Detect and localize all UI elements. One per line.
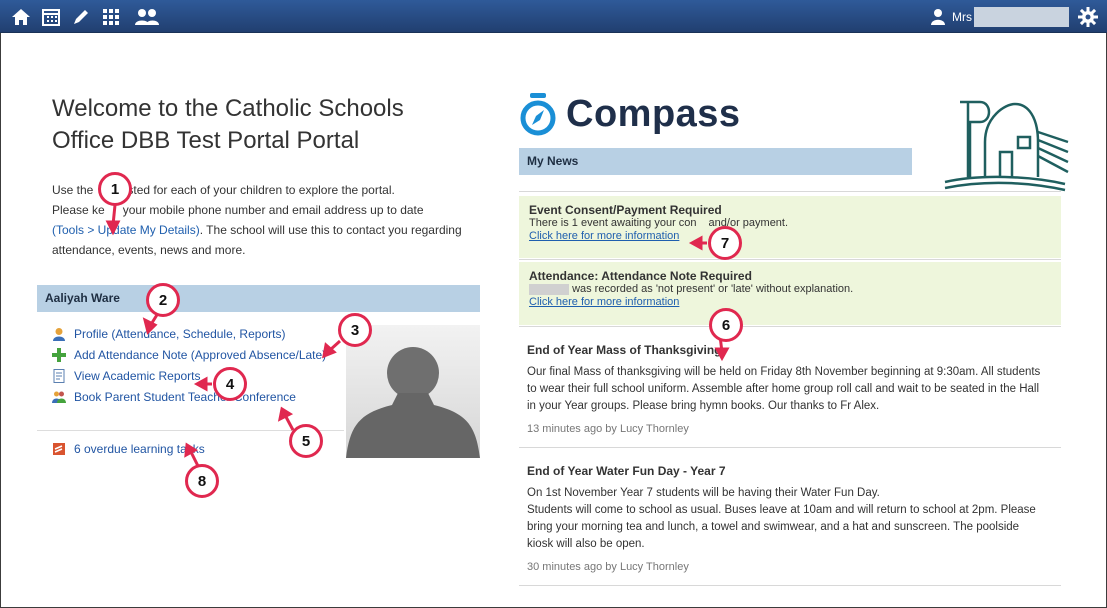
- intro-text: Please ke: [52, 203, 105, 217]
- student-photo-placeholder: [346, 325, 480, 458]
- my-news-header: My News: [519, 148, 912, 175]
- intro-text: Use the: [52, 183, 94, 197]
- news-item-meta: 13 minutes ago by Lucy Thornley: [527, 423, 689, 435]
- alert-more-info-link[interactable]: Click here for more information: [529, 296, 679, 308]
- alert-title: Attendance: Attendance Note Required: [529, 269, 752, 283]
- callout-8: 8: [185, 464, 219, 498]
- alert-attendance-note: Attendance: Attendance Note Required was…: [519, 262, 1061, 325]
- news-item-title[interactable]: End of Year Mass of Thanksgiving: [527, 342, 1047, 359]
- home-icon[interactable]: [10, 6, 32, 28]
- compass-icon: [520, 93, 556, 136]
- add-attendance-note-link[interactable]: Add Attendance Note (Approved Absence/La…: [52, 344, 342, 365]
- task-icon: [53, 442, 65, 455]
- child-name-header: Aaliyah Ware: [37, 285, 480, 312]
- news-item[interactable]: End of Year Water Fun Day - Year 7 On 1s…: [527, 463, 1047, 576]
- alert-body: There is 1 event awaiting your con: [529, 217, 697, 229]
- divider: [519, 447, 1061, 448]
- news-item-body: On 1st November Year 7 students will be …: [527, 487, 880, 499]
- news-item-body: Our final Mass of thanksgiving will be h…: [527, 366, 1041, 412]
- divider: [519, 191, 1061, 192]
- top-nav-bar: Mrs: [0, 0, 1107, 33]
- alert-event-consent: Event Consent/Payment Required There is …: [519, 196, 1061, 258]
- news-item-meta: 30 minutes ago by Lucy Thornley: [527, 561, 689, 573]
- add-attendance-note-label: Add Attendance Note (Approved Absence/La…: [74, 347, 327, 362]
- report-icon: [53, 368, 65, 383]
- user-icon: [931, 9, 945, 25]
- user-name: Mrs: [952, 10, 972, 24]
- divider: [519, 326, 1061, 327]
- intro-text: sted for each of your children to explor…: [127, 183, 395, 197]
- book-conference-link[interactable]: Book Parent Student Teacher Conference: [52, 386, 342, 407]
- callout-4: 4: [213, 367, 247, 401]
- redacted-name: [529, 283, 569, 295]
- callout-6: 6: [709, 308, 743, 342]
- grid-icon[interactable]: [100, 6, 122, 28]
- user-menu[interactable]: Mrs: [930, 5, 1069, 29]
- profile-icon: [53, 327, 65, 341]
- academic-reports-label: View Academic Reports: [74, 368, 201, 383]
- profile-link[interactable]: Profile (Attendance, Schedule, Reports): [52, 323, 342, 344]
- news-item[interactable]: End of Year Mass of Thanksgiving Our fin…: [527, 342, 1047, 438]
- callout-5: 5: [289, 424, 323, 458]
- compass-logo-text: Compass: [566, 92, 741, 135]
- gear-icon[interactable]: [1077, 6, 1099, 28]
- callout-7: 7: [708, 226, 742, 260]
- news-item-title[interactable]: End of Year Water Fun Day - Year 7: [527, 463, 1047, 480]
- callout-3: 3: [338, 313, 372, 347]
- profile-link-label: Profile (Attendance, Schedule, Reports): [74, 326, 286, 341]
- school-crest-logo: [944, 100, 1069, 192]
- pencil-icon[interactable]: [70, 6, 92, 28]
- callout-2: 2: [146, 283, 180, 317]
- overdue-tasks-link[interactable]: 6 overdue learning tasks: [52, 438, 205, 459]
- people-icon[interactable]: [132, 6, 162, 28]
- intro-text: your mobile phone number and email addre…: [122, 203, 424, 217]
- calendar-icon[interactable]: [40, 6, 62, 28]
- compass-logo: Compass: [518, 92, 741, 136]
- conference-icon: [52, 391, 66, 403]
- academic-reports-link[interactable]: View Academic Reports: [52, 365, 342, 386]
- overdue-tasks-label: 6 overdue learning tasks: [74, 441, 205, 456]
- alert-body: was recorded as 'not present' or 'late' …: [572, 283, 854, 295]
- callout-1: 1: [98, 172, 132, 206]
- divider: [519, 259, 1061, 260]
- divider: [519, 585, 1061, 586]
- redacted-user-name: [974, 7, 1069, 27]
- update-details-link[interactable]: (Tools > Update My Details): [52, 223, 200, 237]
- welcome-title: Welcome to the Catholic Schools Office D…: [52, 95, 404, 154]
- plus-icon: [52, 347, 66, 362]
- alert-title: Event Consent/Payment Required: [529, 203, 722, 217]
- news-item-body: Students will come to school as usual. B…: [527, 504, 1036, 550]
- book-conference-label: Book Parent Student Teacher Conference: [74, 389, 296, 404]
- child-links: Profile (Attendance, Schedule, Reports) …: [52, 323, 342, 407]
- alert-more-info-link[interactable]: Click here for more information: [529, 230, 679, 242]
